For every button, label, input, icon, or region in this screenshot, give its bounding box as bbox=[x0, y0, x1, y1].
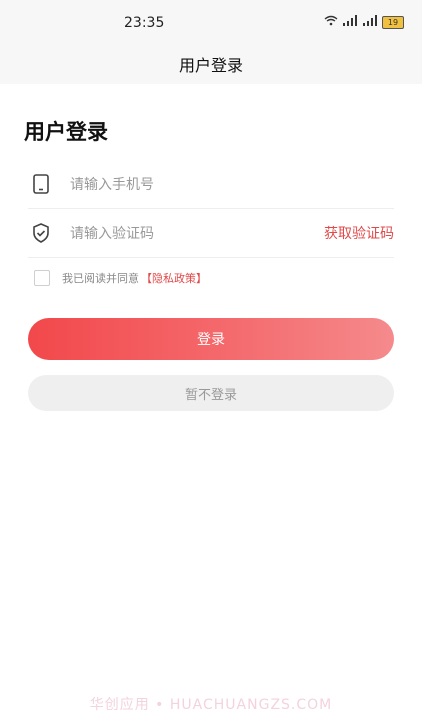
agreement-checkbox[interactable] bbox=[34, 270, 50, 286]
signal-icon bbox=[362, 15, 378, 29]
privacy-policy-link[interactable]: 【隐私政策】 bbox=[141, 270, 207, 286]
signal-icon bbox=[342, 15, 358, 29]
phone-icon bbox=[30, 173, 52, 195]
status-bar: 23:35 19 bbox=[0, 0, 422, 44]
phone-field[interactable]: 请输入手机号 bbox=[28, 160, 394, 209]
agreement-row: 我已阅读并同意 【隐私政策】 bbox=[34, 270, 207, 286]
get-code-button[interactable]: 获取验证码 bbox=[324, 223, 394, 243]
wifi-icon bbox=[324, 15, 338, 29]
phone-input[interactable]: 请输入手机号 bbox=[70, 174, 394, 194]
agreement-text: 我已阅读并同意 bbox=[62, 272, 139, 285]
code-field[interactable]: 请输入验证码 获取验证码 bbox=[28, 209, 394, 258]
nav-title: 用户登录 bbox=[178, 56, 243, 75]
code-input[interactable]: 请输入验证码 bbox=[70, 223, 324, 243]
login-button[interactable]: 登录 bbox=[28, 318, 394, 360]
status-time: 23:35 bbox=[124, 15, 165, 31]
battery-icon: 19 bbox=[382, 15, 404, 29]
status-icons: 19 bbox=[324, 15, 404, 29]
nav-bar: 用户登录 bbox=[0, 44, 422, 84]
watermark: 华创应用 • HUACHUANGZS.COM bbox=[89, 697, 333, 713]
page-title: 用户登录 bbox=[24, 120, 108, 144]
shield-check-icon bbox=[30, 222, 52, 244]
skip-login-button[interactable]: 暂不登录 bbox=[28, 375, 394, 411]
